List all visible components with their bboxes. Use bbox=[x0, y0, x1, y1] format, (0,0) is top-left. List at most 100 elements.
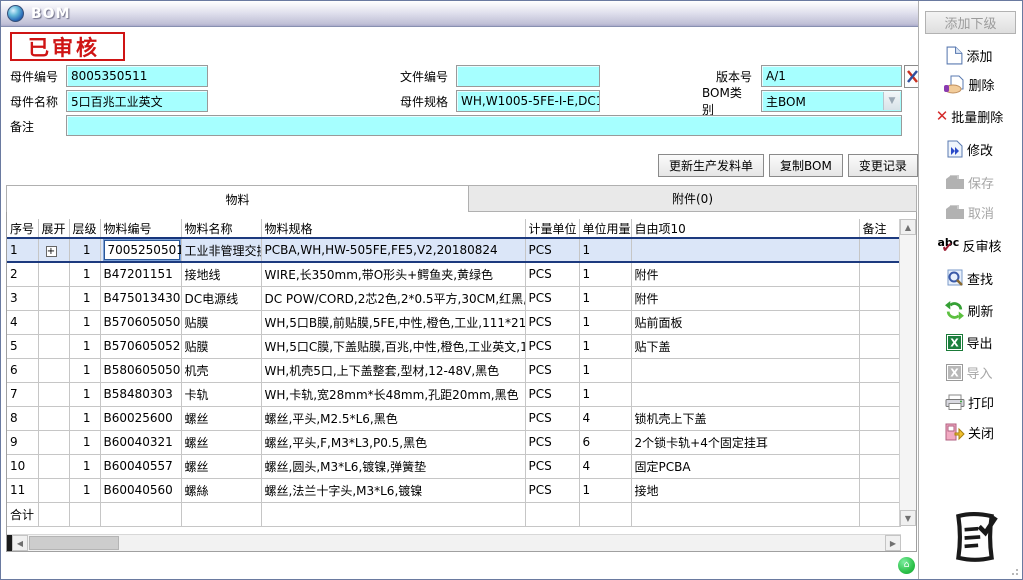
cell-unit[interactable]: PCS bbox=[525, 478, 579, 502]
cell-note[interactable] bbox=[859, 454, 900, 478]
cell-free10[interactable]: 2个锁卡轨+4个固定挂耳 bbox=[631, 430, 859, 454]
update-production-issue-button[interactable]: 更新生产发料单 bbox=[658, 154, 764, 177]
cell-free10[interactable] bbox=[631, 358, 859, 382]
cell-code[interactable]: B5706050501 bbox=[100, 310, 181, 334]
doc-code-field[interactable] bbox=[456, 65, 600, 87]
parent-name-field[interactable]: 5口百兆工业英文 bbox=[66, 90, 208, 112]
cell-note[interactable] bbox=[859, 406, 900, 430]
cell-seq[interactable]: 9 bbox=[7, 430, 38, 454]
cell-spec[interactable]: WH,机壳5口,上下盖整套,型材,12-48V,黑色 bbox=[261, 358, 525, 382]
modify-button[interactable]: 修改 bbox=[921, 137, 1018, 161]
table-row[interactable]: 1+17005250501工业非管理交换PCBA,WH,HW-505FE,FE5… bbox=[7, 238, 900, 262]
batch-delete-button[interactable]: ✕ 批量删除 bbox=[921, 104, 1018, 128]
cell-seq[interactable]: 5 bbox=[7, 334, 38, 358]
cell-qty[interactable]: 4 bbox=[579, 406, 631, 430]
cell-note[interactable] bbox=[859, 358, 900, 382]
cell-spec[interactable]: WH,5口B膜,前贴膜,5FE,中性,橙色,工业,111*21m bbox=[261, 310, 525, 334]
table-row[interactable]: 31B475013430DC电源线DC POW/CORD,2芯2色,2*0.5平… bbox=[7, 286, 900, 310]
cell-qty[interactable]: 4 bbox=[579, 454, 631, 478]
cell-note[interactable] bbox=[859, 334, 900, 358]
cell-note[interactable] bbox=[859, 286, 900, 310]
find-button[interactable]: 查找 bbox=[921, 266, 1018, 290]
cell-spec[interactable]: PCBA,WH,HW-505FE,FE5,V2,20180824 bbox=[261, 238, 525, 262]
hscroll-thumb[interactable] bbox=[29, 536, 119, 550]
cell-expand[interactable] bbox=[38, 406, 69, 430]
cell-unit[interactable]: PCS bbox=[525, 454, 579, 478]
cell-level[interactable]: 1 bbox=[69, 334, 100, 358]
table-row[interactable]: 81B60025600螺丝螺丝,平头,M2.5*L6,黑色PCS4锁机壳上下盖 bbox=[7, 406, 900, 430]
cell-seq[interactable]: 8 bbox=[7, 406, 38, 430]
cell-level[interactable]: 1 bbox=[69, 262, 100, 286]
cell-name[interactable]: DC电源线 bbox=[181, 286, 261, 310]
table-row[interactable]: 61B5806050501机壳WH,机壳5口,上下盖整套,型材,12-48V,黑… bbox=[7, 358, 900, 382]
cell-expand[interactable] bbox=[38, 454, 69, 478]
cell-level[interactable]: 1 bbox=[69, 454, 100, 478]
tab-attachments[interactable]: 附件(0) bbox=[469, 185, 917, 212]
cell-unit[interactable]: PCS bbox=[525, 286, 579, 310]
col-free10[interactable]: 自由项10 bbox=[631, 219, 859, 238]
vertical-scrollbar[interactable]: ▲ ▼ bbox=[899, 219, 916, 526]
cell-expand[interactable] bbox=[38, 310, 69, 334]
cell-code[interactable]: B5706050521 bbox=[100, 334, 181, 358]
table-row[interactable]: 41B5706050501贴膜WH,5口B膜,前贴膜,5FE,中性,橙色,工业,… bbox=[7, 310, 900, 334]
cell-free10[interactable]: 附件 bbox=[631, 286, 859, 310]
cell-name[interactable]: 贴膜 bbox=[181, 334, 261, 358]
scroll-left-icon[interactable]: ◀ bbox=[12, 535, 28, 551]
close-window-button[interactable]: 关闭 bbox=[921, 420, 1018, 444]
cell-expand[interactable] bbox=[38, 286, 69, 310]
col-spec[interactable]: 物料规格 bbox=[261, 219, 525, 238]
cell-unit[interactable]: PCS bbox=[525, 310, 579, 334]
cell-level[interactable]: 1 bbox=[69, 286, 100, 310]
cell-note[interactable] bbox=[859, 310, 900, 334]
cell-name[interactable]: 接地线 bbox=[181, 262, 261, 286]
cell-level[interactable]: 1 bbox=[69, 406, 100, 430]
bom-type-select[interactable]: 主BOM ▼ bbox=[761, 90, 902, 112]
scroll-right-icon[interactable]: ▶ bbox=[885, 535, 901, 551]
scroll-up-icon[interactable]: ▲ bbox=[900, 219, 916, 235]
chevron-down-icon[interactable]: ▼ bbox=[883, 92, 900, 110]
table-row[interactable]: 51B5706050521贴膜WH,5口C膜,下盖贴膜,百兆,中性,橙色,工业英… bbox=[7, 334, 900, 358]
tab-materials[interactable]: 物料 bbox=[6, 185, 469, 212]
add-button[interactable]: 添加 bbox=[921, 43, 1018, 67]
table-row[interactable]: 101B60040557螺丝螺丝,圆头,M3*L6,镀镍,弹簧垫PCS4固定PC… bbox=[7, 454, 900, 478]
cell-seq[interactable]: 1 bbox=[7, 238, 38, 262]
title-bar[interactable]: BOM bbox=[1, 1, 1022, 27]
cell-level[interactable]: 1 bbox=[69, 478, 100, 502]
cell-qty[interactable]: 1 bbox=[579, 334, 631, 358]
scroll-down-icon[interactable]: ▼ bbox=[900, 510, 916, 526]
cell-name[interactable]: 螺丝 bbox=[181, 406, 261, 430]
cell-note[interactable] bbox=[859, 478, 900, 502]
cell-free10[interactable]: 附件 bbox=[631, 262, 859, 286]
col-unit[interactable]: 计量单位 bbox=[525, 219, 579, 238]
table-row[interactable]: 71B58480303卡轨WH,卡轨,宽28mm*长48mm,孔距20mm,黑色… bbox=[7, 382, 900, 406]
parent-spec-field[interactable]: WH,W1005-5FE-I-E,DC1 bbox=[456, 90, 600, 112]
cell-code[interactable]: B60040560 bbox=[100, 478, 181, 502]
unapprove-button[interactable]: abc✔ 反审核 bbox=[921, 233, 1018, 257]
cell-expand[interactable] bbox=[38, 334, 69, 358]
cell-unit[interactable]: PCS bbox=[525, 406, 579, 430]
table-row[interactable]: 91B60040321螺丝螺丝,平头,F,M3*L3,P0.5,黑色PCS62个… bbox=[7, 430, 900, 454]
import-button[interactable]: X 导入 bbox=[921, 360, 1018, 384]
col-level[interactable]: 层级 bbox=[69, 219, 100, 238]
cell-code[interactable]: B60025600 bbox=[100, 406, 181, 430]
remark-field[interactable] bbox=[66, 115, 902, 136]
cell-expand[interactable]: + bbox=[38, 238, 69, 262]
cancel-button[interactable]: 取消 bbox=[921, 200, 1018, 224]
cell-expand[interactable] bbox=[38, 430, 69, 454]
cell-qty[interactable]: 1 bbox=[579, 310, 631, 334]
cell-name[interactable]: 螺丝 bbox=[181, 454, 261, 478]
cell-free10[interactable]: 固定PCBA bbox=[631, 454, 859, 478]
horizontal-scrollbar[interactable]: ◀ ▶ bbox=[7, 534, 901, 551]
table-row[interactable]: 111B60040560螺絲螺丝,法兰十字头,M3*L6,镀镍PCS1接地 bbox=[7, 478, 900, 502]
cell-seq[interactable]: 6 bbox=[7, 358, 38, 382]
cell-free10[interactable]: 贴前面板 bbox=[631, 310, 859, 334]
col-note[interactable]: 备注 bbox=[859, 219, 900, 238]
cell-name[interactable]: 贴膜 bbox=[181, 310, 261, 334]
version-field[interactable]: A/1 bbox=[761, 65, 902, 87]
cell-seq[interactable]: 7 bbox=[7, 382, 38, 406]
cell-qty[interactable]: 1 bbox=[579, 238, 631, 262]
refresh-button[interactable]: 刷新 bbox=[921, 298, 1018, 322]
cell-code[interactable]: B60040557 bbox=[100, 454, 181, 478]
save-button[interactable]: 保存 bbox=[921, 170, 1018, 194]
cell-code[interactable]: B475013430 bbox=[100, 286, 181, 310]
